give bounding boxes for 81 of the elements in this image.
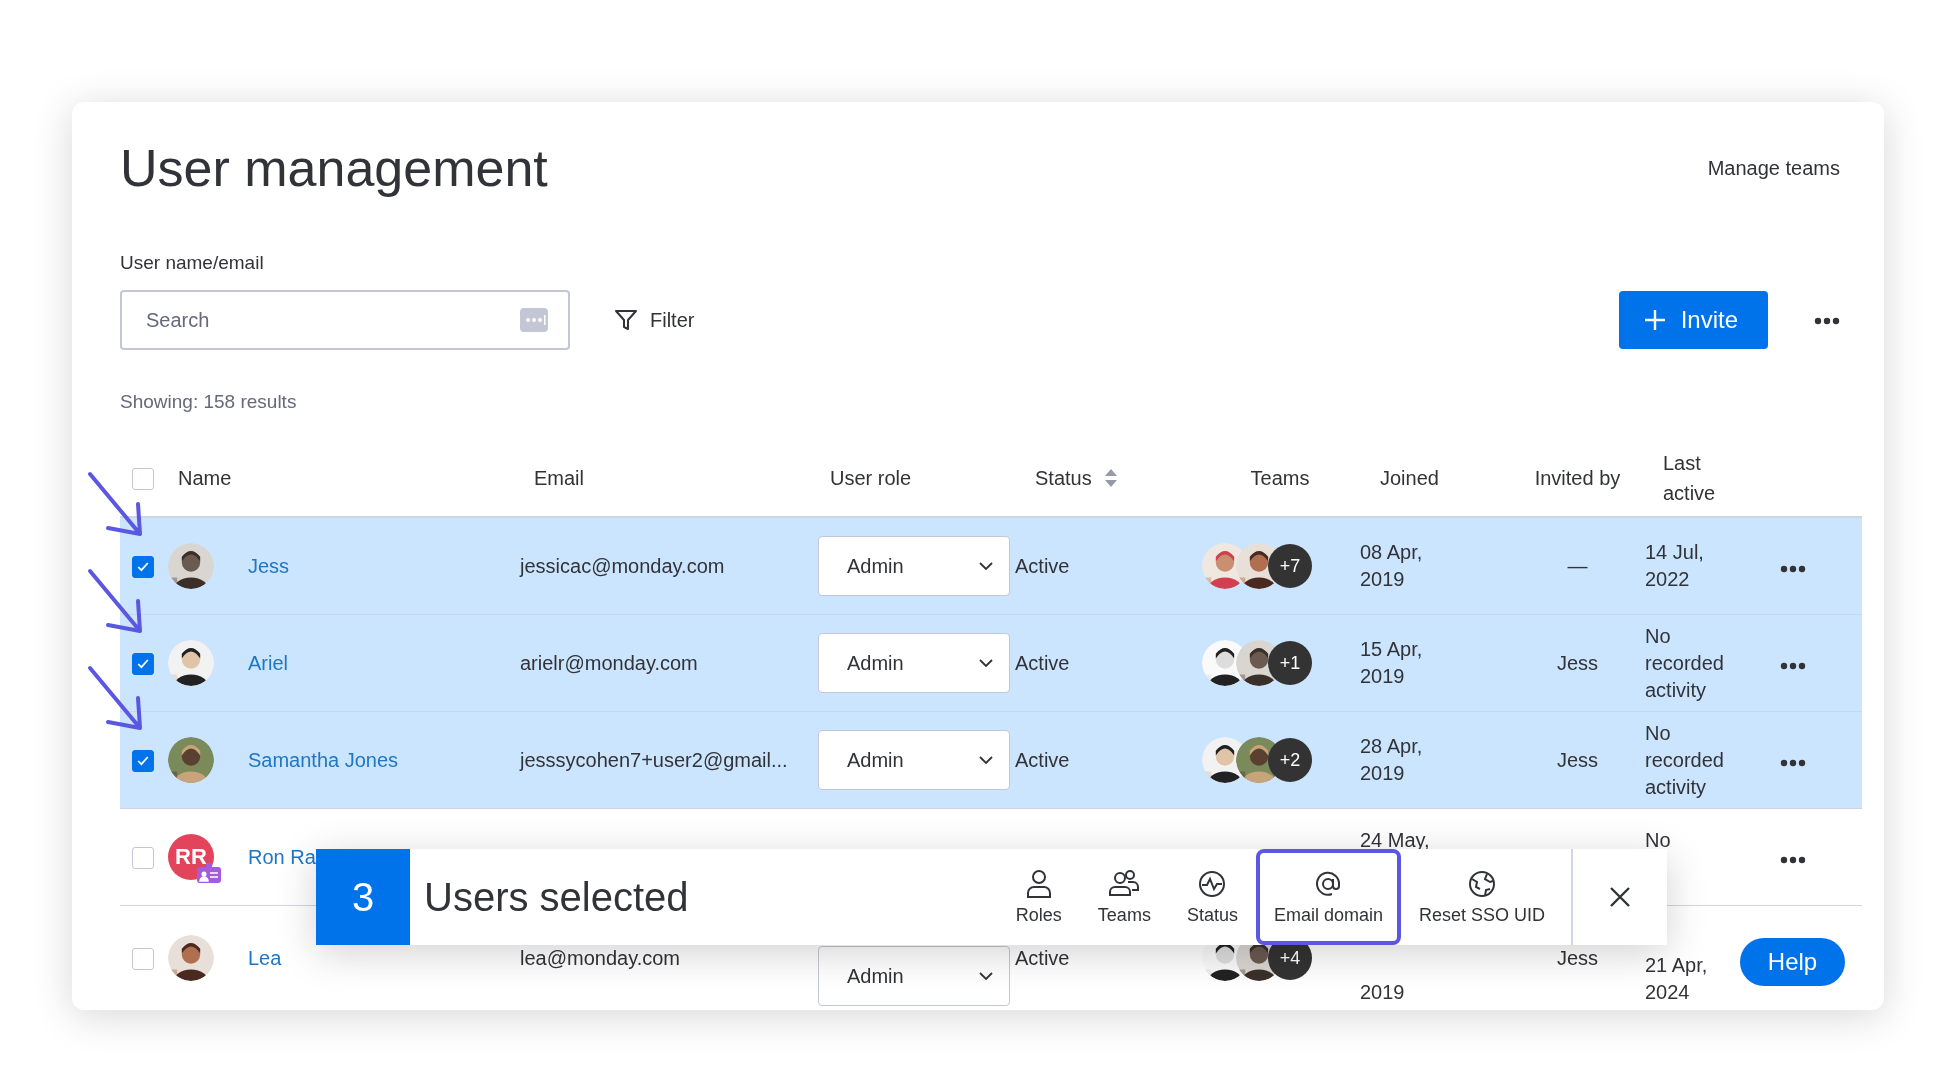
invited-by-text: Jess <box>1556 748 1599 771</box>
checkbox[interactable] <box>132 846 154 869</box>
checkbox[interactable] <box>132 467 154 490</box>
team-count-badge: +2 <box>1268 738 1312 782</box>
checkbox[interactable] <box>132 947 154 970</box>
checkbox[interactable] <box>132 555 154 578</box>
column-header[interactable]: Last active <box>1663 448 1733 508</box>
joined-date: 2019 <box>1360 980 1406 1005</box>
email-text: jesssycohen7+user2@gmail... <box>520 748 788 771</box>
column-header[interactable]: Name <box>178 466 232 489</box>
person-icon <box>1024 868 1053 899</box>
invite-button[interactable]: Invite <box>1618 291 1768 349</box>
team-count-badge: +1 <box>1268 641 1312 685</box>
more-icon[interactable] <box>1780 564 1806 573</box>
role-dropdown[interactable]: Admin <box>818 633 1010 693</box>
joined-date: 28 Apr, 2019 <box>1360 734 1424 786</box>
last-active-text: No recorded activity <box>1645 720 1725 800</box>
role-dropdown[interactable]: Admin <box>818 730 1010 790</box>
selection-label: Users selected <box>424 874 689 920</box>
status-text: Active <box>1015 748 1070 771</box>
email-text: jessicac@monday.com <box>520 554 725 577</box>
sort-icon[interactable] <box>1103 468 1118 488</box>
more-icon[interactable] <box>1780 661 1806 670</box>
column-header[interactable]: Email <box>534 466 584 489</box>
role-dropdown[interactable]: Admin <box>818 536 1010 596</box>
checkbox[interactable] <box>132 749 154 772</box>
column-header[interactable]: Status <box>1035 466 1092 490</box>
results-count: Showing: 158 results <box>120 390 298 414</box>
team-count-badge: +7 <box>1268 544 1312 588</box>
chevron-down-icon <box>979 562 993 570</box>
checkbox[interactable] <box>132 652 154 675</box>
joined-date: 15 Apr, 2019 <box>1360 637 1424 689</box>
selected-count: 3 <box>316 849 410 945</box>
user-name-link[interactable]: Ariel <box>248 651 288 674</box>
pulse-icon <box>1197 868 1228 899</box>
column-header[interactable]: Teams <box>1250 466 1310 489</box>
avatar-initials: RR <box>168 834 214 880</box>
column-header[interactable]: Invited by <box>1534 466 1621 489</box>
chevron-down-icon <box>979 756 993 764</box>
close-icon[interactable] <box>1609 886 1631 908</box>
invited-by-text: Jess <box>1556 651 1599 674</box>
last-active-text: 21 Apr, 2024 <box>1645 953 1709 1005</box>
last-active-text: No <box>1645 828 1672 853</box>
last-active-text: No recorded activity <box>1645 623 1725 703</box>
filter-button[interactable]: Filter <box>608 307 701 333</box>
column-header[interactable]: Joined <box>1380 466 1439 489</box>
role-dropdown[interactable]: Admin <box>818 946 1010 1006</box>
user-name-link[interactable]: Jess <box>248 554 290 577</box>
toolbar-action-button[interactable]: Teams <box>1079 849 1169 945</box>
email-text: arielr@monday.com <box>520 651 698 674</box>
column-header[interactable]: User role <box>830 466 912 489</box>
plus-icon <box>1642 308 1667 332</box>
toolbar-action-button[interactable]: Status <box>1168 849 1256 945</box>
chevron-down-icon <box>979 659 993 667</box>
globe-icon <box>1466 868 1497 899</box>
more-icon[interactable] <box>1814 317 1840 325</box>
toolbar-action-button[interactable]: Email domain <box>1255 849 1401 945</box>
id-badge-icon <box>196 862 222 884</box>
search-field[interactable]: Search <box>120 290 570 350</box>
manage-teams-link[interactable]: Manage teams <box>1707 156 1840 180</box>
people-icon <box>1108 868 1141 899</box>
more-options-icon <box>520 308 548 332</box>
status-text: Active <box>1015 651 1070 674</box>
more-icon[interactable] <box>1780 855 1806 864</box>
help-button[interactable]: Help <box>1740 938 1845 986</box>
more-icon[interactable] <box>1780 758 1806 767</box>
chevron-down-icon <box>979 972 993 980</box>
invited-by-text: Jess <box>1556 946 1599 969</box>
page-title: User management <box>120 138 548 199</box>
toolbar-action-button[interactable]: Roles <box>997 849 1080 945</box>
filter-icon <box>614 308 638 332</box>
status-text: Active <box>1015 554 1070 577</box>
user-name-link[interactable]: Samantha Jones <box>248 748 399 771</box>
user-name-link[interactable]: Ron Ra <box>248 845 316 868</box>
status-text: Active <box>1015 946 1070 969</box>
user-name-link[interactable]: Lea <box>248 946 282 969</box>
last-active-text: 14 Jul, 2022 <box>1645 540 1705 592</box>
search-label: User name/email <box>120 251 265 275</box>
joined-date: 08 Apr, 2019 <box>1360 540 1424 592</box>
email-text: lea@monday.com <box>520 946 680 969</box>
invited-by-text: — <box>1567 554 1588 577</box>
